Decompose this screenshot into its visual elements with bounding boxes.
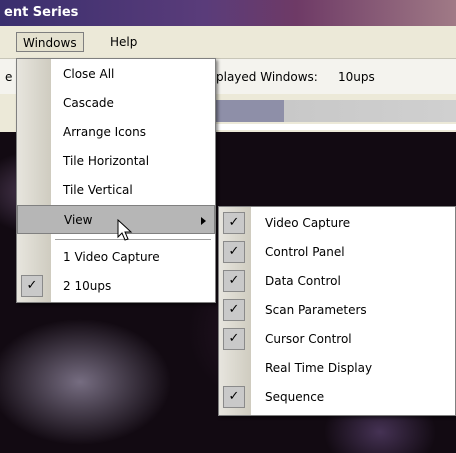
view-submenu: ✓ Video Capture ✓ Control Panel ✓ Data C… xyxy=(218,206,456,416)
checkmark-icon: ✓ xyxy=(223,299,245,321)
view-item-video-capture[interactable]: ✓ Video Capture xyxy=(219,209,455,238)
menu-bar: Windows Help xyxy=(0,26,456,58)
menu-item-tile-horizontal[interactable]: Tile Horizontal xyxy=(17,147,215,176)
menu-item-label: Tile Vertical xyxy=(63,183,133,197)
window-title: ent Series xyxy=(4,5,79,20)
windows-menu: Close All Cascade Arrange Icons Tile Hor… xyxy=(16,58,216,303)
view-item-control-panel[interactable]: ✓ Control Panel xyxy=(219,238,455,267)
menu-item-label: Close All xyxy=(63,67,115,81)
mouse-pointer-icon xyxy=(117,219,133,241)
view-item-real-time-display[interactable]: Real Time Display xyxy=(219,354,455,383)
view-item-scan-parameters[interactable]: ✓ Scan Parameters xyxy=(219,296,455,325)
progress-bar xyxy=(210,100,456,122)
menu-item-label: Arrange Icons xyxy=(63,125,146,139)
menu-item-label: Control Panel xyxy=(265,245,345,259)
menu-separator xyxy=(55,239,211,241)
checkmark-icon: ✓ xyxy=(223,328,245,350)
menu-item-window-2[interactable]: ✓ 2 10ups xyxy=(17,272,215,301)
menu-item-label: Video Capture xyxy=(265,216,351,230)
checkmark-icon: ✓ xyxy=(223,241,245,263)
strip-band xyxy=(210,124,456,130)
menu-item-cascade[interactable]: Cascade xyxy=(17,89,215,118)
menu-item-label: Data Control xyxy=(265,274,341,288)
menu-item-window-1[interactable]: 1 Video Capture xyxy=(17,243,215,272)
checkmark-icon: ✓ xyxy=(223,212,245,234)
menu-item-close-all[interactable]: Close All xyxy=(17,60,215,89)
menu-help[interactable]: Help xyxy=(104,32,143,52)
menu-item-label: 1 Video Capture xyxy=(63,250,160,264)
toolbar-stub-text: e xyxy=(5,70,13,84)
menu-item-tile-vertical[interactable]: Tile Vertical xyxy=(17,176,215,205)
checkmark-icon: ✓ xyxy=(21,275,43,297)
checkmark-icon: ✓ xyxy=(223,270,245,292)
menu-item-arrange-icons[interactable]: Arrange Icons xyxy=(17,118,215,147)
menu-item-label: View xyxy=(64,213,93,227)
menu-item-label: Scan Parameters xyxy=(265,303,367,317)
displayed-windows-value[interactable]: 10ups xyxy=(338,70,375,84)
view-item-cursor-control[interactable]: ✓ Cursor Control xyxy=(219,325,455,354)
view-item-sequence[interactable]: ✓ Sequence xyxy=(219,383,455,412)
menu-item-view[interactable]: View xyxy=(17,205,215,234)
menu-item-label: Real Time Display xyxy=(265,361,373,375)
displayed-windows-label: played Windows: xyxy=(216,70,318,84)
menu-item-label: Sequence xyxy=(265,390,325,404)
menu-item-label: 2 10ups xyxy=(63,279,112,293)
menu-windows[interactable]: Windows xyxy=(16,32,84,52)
triangle-right-icon xyxy=(201,217,206,225)
checkmark-icon: ✓ xyxy=(223,386,245,408)
menu-item-label: Tile Horizontal xyxy=(63,154,150,168)
view-item-data-control[interactable]: ✓ Data Control xyxy=(219,267,455,296)
title-bar: ent Series xyxy=(0,0,456,26)
menu-item-label: Cursor Control xyxy=(265,332,352,346)
menu-item-label: Cascade xyxy=(63,96,114,110)
